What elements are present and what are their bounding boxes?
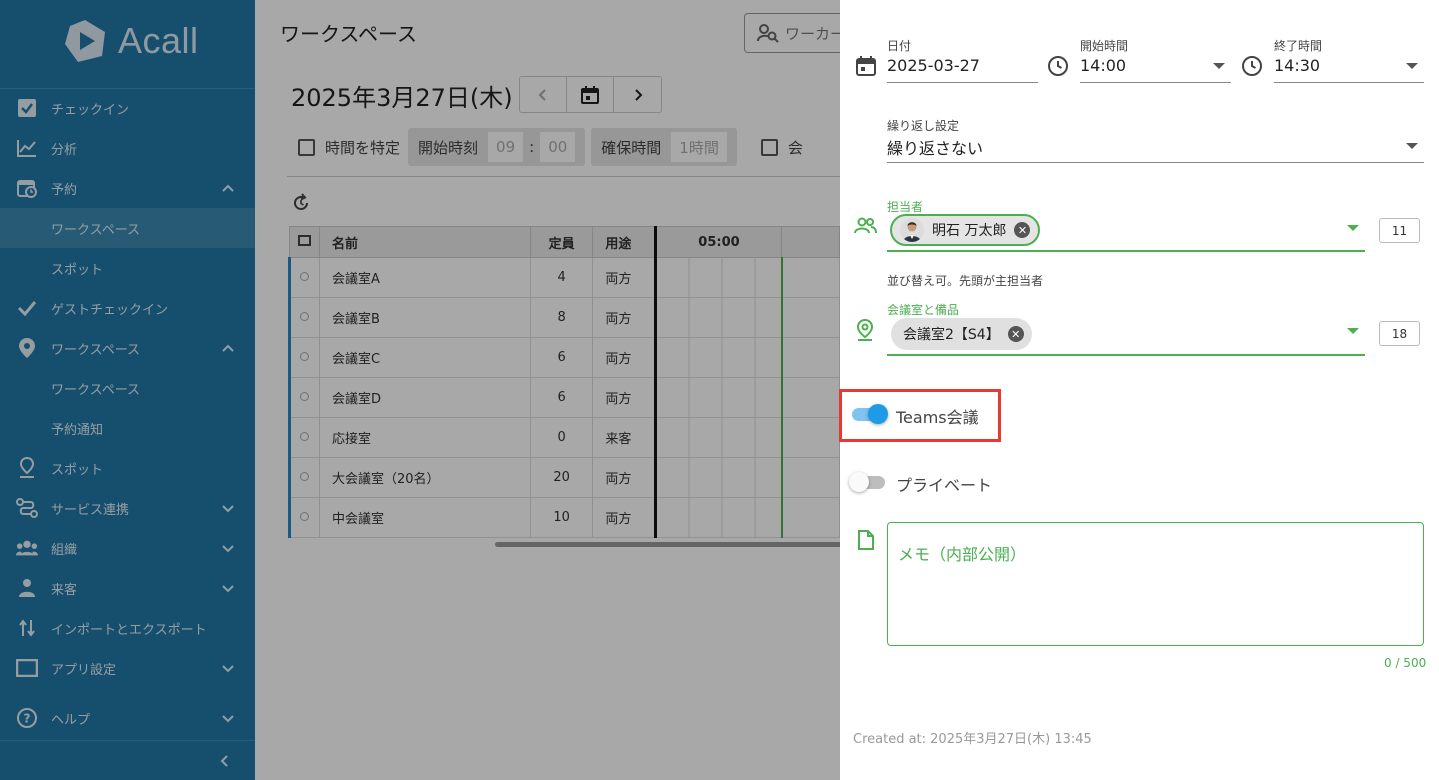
end-time-label: 終了時間 (1274, 39, 1323, 53)
start-time-select[interactable]: 14:00 (1080, 56, 1126, 75)
memo-counter: 0 / 500 (1384, 656, 1427, 670)
remove-room-icon[interactable]: ✕ (1007, 326, 1024, 342)
repeat-dropdown-icon[interactable] (1406, 143, 1418, 149)
repeat-underline (887, 162, 1424, 163)
end-time-dropdown-icon[interactable] (1406, 63, 1418, 69)
reorder-hint: 並び替え可。先頭が主担当者 (887, 274, 1044, 288)
room-count: 18 (1379, 321, 1420, 346)
created-at: Created at: 2025年3月27日(木) 13:45 (853, 732, 1092, 747)
location-pin-icon (856, 318, 874, 341)
remove-owner-icon[interactable]: ✕ (1014, 222, 1031, 238)
date-field[interactable]: 2025-03-27 (887, 56, 980, 75)
modal-backdrop[interactable] (0, 0, 840, 780)
avatar (900, 218, 924, 242)
repeat-select[interactable]: 繰り返さない (887, 135, 983, 159)
date-label: 日付 (887, 39, 912, 53)
room-dropdown-icon[interactable] (1347, 328, 1359, 334)
start-time-underline (1080, 82, 1231, 83)
repeat-label: 繰り返し設定 (887, 119, 960, 133)
start-time-dropdown-icon[interactable] (1213, 63, 1225, 69)
owner-underline (887, 250, 1365, 252)
owner-dropdown-icon[interactable] (1347, 225, 1359, 231)
owner-chip-label: 明石 万太郎 (932, 223, 1007, 239)
room-chip[interactable]: 会議室2【S4】 ✕ (891, 318, 1032, 350)
people-icon (854, 217, 877, 234)
end-time-underline (1274, 82, 1424, 83)
room-underline (887, 354, 1365, 356)
private-label: プライベート (896, 476, 993, 495)
owner-label: 担当者 (887, 200, 924, 214)
room-label: 会議室と備品 (887, 303, 960, 317)
memo-textarea[interactable]: メモ（内部公開） (887, 522, 1424, 646)
end-time-select[interactable]: 14:30 (1274, 56, 1320, 75)
owner-count: 11 (1379, 218, 1420, 243)
room-chip-label: 会議室2【S4】 (903, 327, 1000, 343)
toggle-knob (849, 472, 869, 492)
calendar-icon (856, 56, 876, 76)
private-toggle[interactable] (849, 471, 887, 493)
start-time-label: 開始時間 (1080, 39, 1129, 53)
clock-icon (1048, 56, 1068, 76)
clock-icon (1242, 56, 1262, 76)
highlight-box (839, 389, 1001, 442)
owner-chip[interactable]: 明石 万太郎 ✕ (890, 214, 1041, 246)
date-underline (887, 82, 1038, 83)
note-icon (858, 530, 874, 550)
memo-placeholder: メモ（内部公開） (898, 545, 1027, 564)
